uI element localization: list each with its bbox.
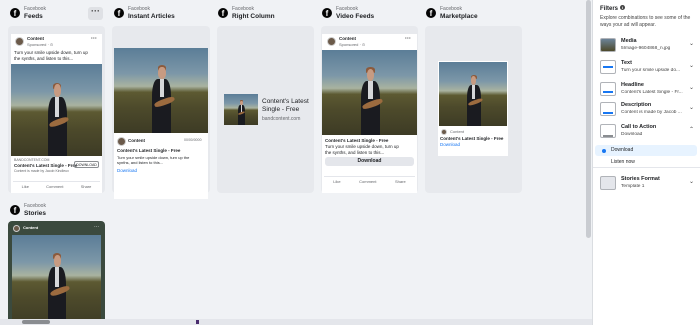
placement-header-feeds: f Facebook Feeds [10,6,46,20]
call-to-action-icon [600,124,616,138]
download-link[interactable]: Download [117,168,137,173]
page-avatar [117,137,126,146]
share-button[interactable]: Share [395,179,406,184]
preview-canvas: f Facebook Feeds ··· Content Sponsored · … [0,0,592,325]
facebook-icon: f [10,205,20,215]
right-column-headline: Content's Latest Single - Free [262,98,309,114]
ad-headline: Content's Latest Single - Free [325,138,389,143]
ad-headline: Content's Latest Single - Free [440,136,504,141]
comment-button[interactable]: Comment [46,184,63,189]
radio-selected-icon [602,149,606,153]
facebook-icon: f [10,8,20,18]
text-icon [600,60,616,74]
download-cta-button[interactable]: Download [325,157,414,166]
page-avatar [15,37,24,46]
cta-option-listen-now[interactable]: Listen now [595,157,697,168]
chevron-up-icon[interactable]: ⌃ [689,126,694,133]
chevron-down-icon[interactable]: ⌄ [689,62,694,69]
marketplace-card: Content Content's Latest Single - Free D… [438,61,508,156]
share-button[interactable]: Share [81,184,92,189]
scrollbar-thumb[interactable] [22,320,50,324]
primary-text: Turn your smile upside down, turn up the… [14,50,88,61]
video-feeds-frame: Content Sponsored · ⊙ ··· Content's Late… [321,26,418,193]
placement-header-instant-articles: f Facebook Instant Articles [114,6,175,20]
filter-text[interactable]: Text Turn your smile upside do... ⌄ [598,59,696,79]
chevron-down-icon[interactable]: ⌄ [689,84,694,91]
placement-title: Right Column [232,12,275,20]
placement-header-marketplace: f Facebook Marketplace [426,6,478,20]
placement-header-right-column: f Facebook Right Column [218,6,275,20]
info-icon[interactable]: i [620,5,626,10]
chevron-down-icon[interactable]: ⌄ [689,104,694,111]
instant-article-card: Content 00/00/0000 Content's Latest Sing… [114,48,208,199]
page-avatar [441,129,447,135]
filter-headline[interactable]: Headline Content's Latest Single - Fr...… [598,81,696,101]
placement-title: Stories [24,209,47,217]
radio-icon [602,161,606,165]
right-column-frame: Content's Latest Single - Free bandconte… [217,26,314,193]
post-actions: Like Comment Share [324,176,415,186]
ad-thumbnail [224,94,258,125]
facebook-icon: f [218,8,228,18]
download-link[interactable]: Download [440,142,460,147]
filter-media[interactable]: Media 5Image-9604868_n.jpg ⌄ [598,37,696,57]
more-options-button[interactable]: ··· [88,7,103,20]
instant-articles-frame: Content 00/00/0000 Content's Latest Sing… [112,26,210,199]
page-avatar [13,225,20,232]
more-icon[interactable]: ··· [94,224,99,230]
page-avatar [327,37,336,46]
placement-header-stories: f Facebook Stories [10,203,47,217]
filter-stories-format[interactable]: Stories Format Template 1 ⌄ [598,175,696,195]
ad-image [322,50,417,135]
filters-title: Filters [600,6,619,12]
download-cta-button[interactable]: DOWNLOAD [74,161,99,168]
facebook-icon: f [322,8,332,18]
ad-image [12,235,101,325]
media-thumbnail [600,38,616,52]
placement-title: Feeds [24,12,43,20]
placement-title: Instant Articles [128,12,175,20]
more-icon[interactable]: ··· [405,36,411,44]
like-button[interactable]: Like [22,184,29,189]
like-button[interactable]: Like [333,179,340,184]
video-ad-card: Content Sponsored · ⊙ ··· Content's Late… [322,34,417,193]
description-icon [600,102,616,116]
placement-title: Video Feeds [336,12,375,20]
filter-description[interactable]: Description Content is made by Jacob ...… [598,101,696,121]
filters-description: Explore combinations to see some of the … [600,15,691,28]
feeds-frame: Content Sponsored · ⊙ ··· Turn your smil… [8,26,105,193]
ad-image [114,48,208,133]
marketplace-frame: Content Content's Latest Single - Free D… [425,26,522,193]
feed-ad-card: Content Sponsored · ⊙ ··· Turn your smil… [11,34,102,193]
ad-image [439,62,507,126]
more-icon[interactable]: ··· [91,36,97,44]
placement-header-video-feeds: f Facebook Video Feeds [322,6,375,20]
facebook-icon: f [426,8,436,18]
chevron-down-icon[interactable]: ⌄ [689,178,694,185]
post-actions: Like Comment Share [13,181,100,191]
filter-call-to-action[interactable]: Call to Action Download ⌃ [598,123,696,143]
facebook-icon: f [114,8,124,18]
stories-frame: Content ··· [8,221,105,325]
ad-headline: Content's Latest Single - Free [117,148,181,153]
chevron-down-icon[interactable]: ⌄ [689,40,694,47]
ad-headline: Content's Latest Single - Free [14,163,78,168]
cta-option-download[interactable]: Download [595,145,697,156]
headline-icon [600,82,616,96]
ad-image [11,64,102,156]
horizontal-scrollbar[interactable] [0,319,592,325]
stories-format-icon [600,176,616,190]
vertical-scrollbar[interactable] [586,0,591,238]
comment-button[interactable]: Comment [359,179,376,184]
placement-title: Marketplace [440,12,478,20]
